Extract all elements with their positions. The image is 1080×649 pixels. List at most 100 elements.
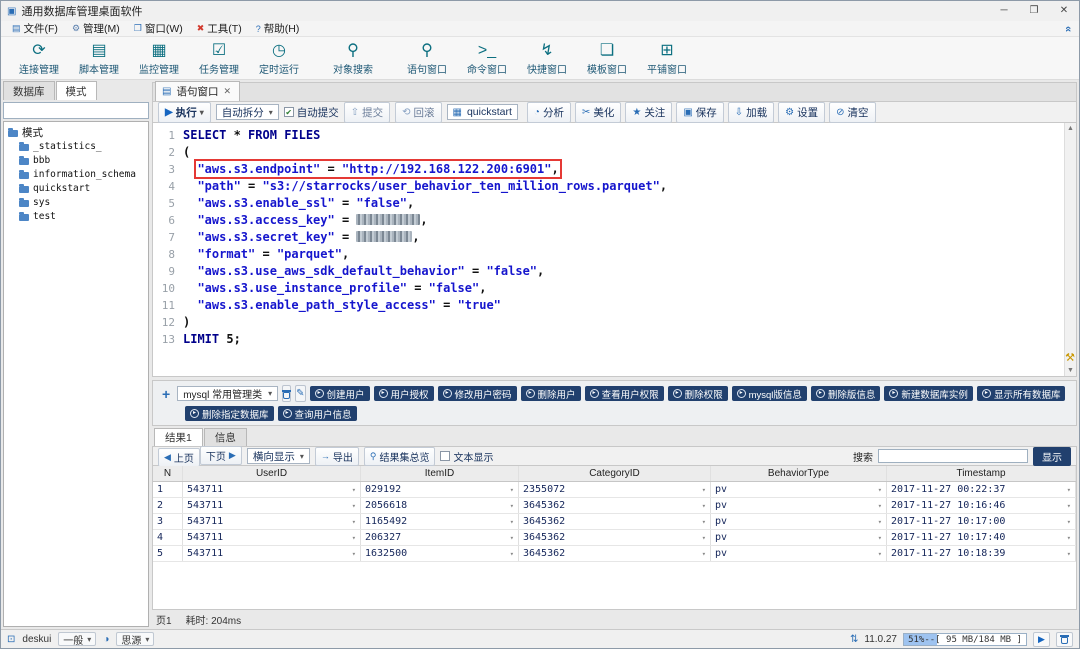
font-scheme-select[interactable]: 思源 ▾ bbox=[116, 632, 154, 646]
table-cell[interactable]: 4 bbox=[153, 530, 183, 545]
analyze-button[interactable]: ◔分析 bbox=[527, 102, 571, 123]
export-button[interactable]: → 导出 bbox=[315, 447, 359, 466]
beautify-button[interactable]: ✂美化 bbox=[575, 102, 621, 123]
column-header-timestamp[interactable]: Timestamp bbox=[887, 466, 1076, 481]
table-row[interactable]: 4543711▾206327▾3645362▾pv▾2017-11-27 10:… bbox=[153, 530, 1076, 546]
column-header-n[interactable]: N bbox=[153, 466, 183, 481]
grant-user-button[interactable]: ▸用户授权 bbox=[374, 386, 434, 401]
view-mode-select[interactable]: 横向显示 ▾ bbox=[247, 448, 310, 464]
table-cell[interactable]: 2 bbox=[153, 498, 183, 513]
create-user-button[interactable]: ▸创建用户 bbox=[310, 386, 370, 401]
tree-root[interactable]: 模式 bbox=[6, 125, 146, 139]
table-cell[interactable]: 206327▾ bbox=[361, 530, 519, 545]
tree-item-_statistics_[interactable]: _statistics_ bbox=[6, 139, 146, 153]
tree-item-information_schema[interactable]: information_schema bbox=[6, 167, 146, 181]
sql-code[interactable]: "aws.s3.enable_ssl" = "false", bbox=[183, 195, 414, 212]
next-page-button[interactable]: 下页▶ bbox=[200, 446, 242, 465]
menu-manage[interactable]: ⚙管理(M) bbox=[65, 21, 127, 36]
column-header-itemid[interactable]: ItemID bbox=[361, 466, 519, 481]
create-database-instance-button[interactable]: ▸新建数据库实例 bbox=[884, 386, 973, 401]
table-cell[interactable]: 1 bbox=[153, 482, 183, 497]
table-row[interactable]: 5543711▾1632500▾3645362▾pv▾2017-11-27 10… bbox=[153, 546, 1076, 562]
drop-user-button[interactable]: ▸删除用户 bbox=[521, 386, 581, 401]
toolbar-statement-window[interactable]: ⚲语句窗口 bbox=[397, 41, 457, 76]
table-cell[interactable]: 3645362▾ bbox=[519, 514, 711, 529]
sql-code[interactable]: "path" = "s3://starrocks/user_behavior_t… bbox=[183, 178, 667, 195]
table-cell[interactable]: 2017-11-27 10:17:00▾ bbox=[887, 514, 1076, 529]
theme-select[interactable]: 一般 ▾ bbox=[58, 632, 96, 646]
results-tab-result1[interactable]: 结果1 bbox=[154, 428, 203, 446]
sidebar-tab-schema[interactable]: 模式 bbox=[56, 81, 97, 100]
show-all-databases-button[interactable]: ▸显示所有数据库 bbox=[977, 386, 1066, 401]
query-user-info-button[interactable]: ▸查询用户信息 bbox=[278, 406, 357, 421]
toolbar-scheduled-run[interactable]: ◷定时运行 bbox=[249, 41, 309, 76]
table-cell[interactable]: 2017-11-27 10:18:39▾ bbox=[887, 546, 1076, 561]
collapse-toolbar-icon[interactable]: « bbox=[1062, 25, 1074, 31]
load-button[interactable]: ⇩加载 bbox=[728, 102, 774, 123]
table-cell[interactable]: 3645362▾ bbox=[519, 498, 711, 513]
menu-help[interactable]: ?帮助(H) bbox=[249, 21, 307, 36]
auto-split-select[interactable]: 自动拆分 ▾ bbox=[216, 104, 279, 120]
toolbar-monitor-management[interactable]: ▦监控管理 bbox=[129, 41, 189, 76]
table-cell[interactable]: pv▾ bbox=[711, 530, 887, 545]
toolbar-command-window[interactable]: >_命令窗口 bbox=[457, 41, 517, 76]
table-cell[interactable]: 543711▾ bbox=[183, 530, 361, 545]
toolbar-tile-window[interactable]: ⊞平铺窗口 bbox=[637, 41, 697, 76]
settings-button[interactable]: ⚙设置 bbox=[778, 102, 825, 123]
delete-version-info-button[interactable]: ▸删除版信息 bbox=[811, 386, 881, 401]
sql-code[interactable]: SELECT * FROM FILES bbox=[183, 127, 320, 144]
follow-button[interactable]: ★关注 bbox=[625, 102, 672, 123]
results-tab-info[interactable]: 信息 bbox=[204, 428, 247, 446]
commit-button[interactable]: ⇧ 提交 bbox=[344, 102, 390, 123]
table-row[interactable]: 2543711▾2056618▾3645362▾pv▾2017-11-27 10… bbox=[153, 498, 1076, 514]
sql-code[interactable]: LIMIT 5; bbox=[183, 331, 241, 348]
run-gc-button[interactable]: ▶ bbox=[1033, 632, 1050, 647]
view-user-grants-button[interactable]: ▸查看用户权限 bbox=[585, 386, 664, 401]
table-cell[interactable]: 543711▾ bbox=[183, 546, 361, 561]
scroll-up-icon[interactable]: ▲ bbox=[1067, 125, 1074, 132]
prev-page-button[interactable]: ◀上页 bbox=[158, 448, 200, 467]
wrench-icon[interactable]: ⚒ bbox=[1065, 351, 1075, 364]
save-button[interactable]: ▣保存 bbox=[676, 102, 723, 123]
table-cell[interactable]: 3 bbox=[153, 514, 183, 529]
menu-file[interactable]: ▤文件(F) bbox=[5, 21, 65, 36]
toolbar-connection-management[interactable]: ⟳连接管理 bbox=[9, 41, 69, 76]
editor-scrollbar[interactable]: ▲ ▼ bbox=[1064, 123, 1076, 376]
sql-code[interactable]: ) bbox=[183, 314, 190, 331]
menu-window[interactable]: ❐窗口(W) bbox=[127, 21, 190, 36]
table-cell[interactable]: 3645362▾ bbox=[519, 530, 711, 545]
toolbar-script-management[interactable]: ▤脚本管理 bbox=[69, 41, 129, 76]
rollback-button[interactable]: ⟲ 回滚 bbox=[395, 102, 441, 123]
toolbar-object-search[interactable]: ⚲对象搜索 bbox=[323, 41, 383, 76]
sql-code[interactable]: "aws.s3.use_instance_profile" = "false", bbox=[183, 280, 486, 297]
clear-memory-button[interactable] bbox=[1056, 632, 1073, 647]
sql-code[interactable]: ( bbox=[183, 144, 190, 161]
schema-filter-input[interactable] bbox=[3, 102, 149, 119]
schema-select[interactable]: ▦ quickstart bbox=[447, 104, 518, 120]
close-button[interactable]: ✕ bbox=[1049, 1, 1079, 21]
change-user-password-button[interactable]: ▸修改用户密码 bbox=[438, 386, 517, 401]
sql-code[interactable]: "aws.s3.use_aws_sdk_default_behavior" = … bbox=[183, 263, 544, 280]
table-cell[interactable]: 543711▾ bbox=[183, 482, 361, 497]
add-snippet-button[interactable]: + bbox=[159, 386, 173, 402]
tree-item-sys[interactable]: sys bbox=[6, 195, 146, 209]
clear-button[interactable]: ⊘清空 bbox=[829, 102, 875, 123]
column-header-userid[interactable]: UserID bbox=[183, 466, 361, 481]
maximize-button[interactable]: ❐ bbox=[1019, 1, 1049, 21]
table-cell[interactable]: 2056618▾ bbox=[361, 498, 519, 513]
tree-item-bbb[interactable]: bbb bbox=[6, 153, 146, 167]
table-cell[interactable]: 1632500▾ bbox=[361, 546, 519, 561]
tree-item-quickstart[interactable]: quickstart bbox=[6, 181, 146, 195]
tree-item-test[interactable]: test bbox=[6, 209, 146, 223]
sql-code[interactable]: "aws.s3.enable_path_style_access" = "tru… bbox=[183, 297, 501, 314]
table-cell[interactable]: 029192▾ bbox=[361, 482, 519, 497]
menu-tools[interactable]: ✖工具(T) bbox=[190, 21, 249, 36]
close-tab-icon[interactable]: ✕ bbox=[223, 86, 231, 97]
table-cell[interactable]: 1165492▾ bbox=[361, 514, 519, 529]
table-cell[interactable]: pv▾ bbox=[711, 482, 887, 497]
table-cell[interactable]: 5 bbox=[153, 546, 183, 561]
sql-editor[interactable]: 1SELECT * FROM FILES2(3 "aws.s3.endpoint… bbox=[152, 123, 1077, 377]
drop-specified-database-button[interactable]: ▸删除指定数据库 bbox=[185, 406, 274, 421]
text-display-checkbox[interactable]: 文本显示 bbox=[440, 449, 493, 464]
mysql-version-info-button[interactable]: ▸mysql版信息 bbox=[732, 386, 807, 401]
